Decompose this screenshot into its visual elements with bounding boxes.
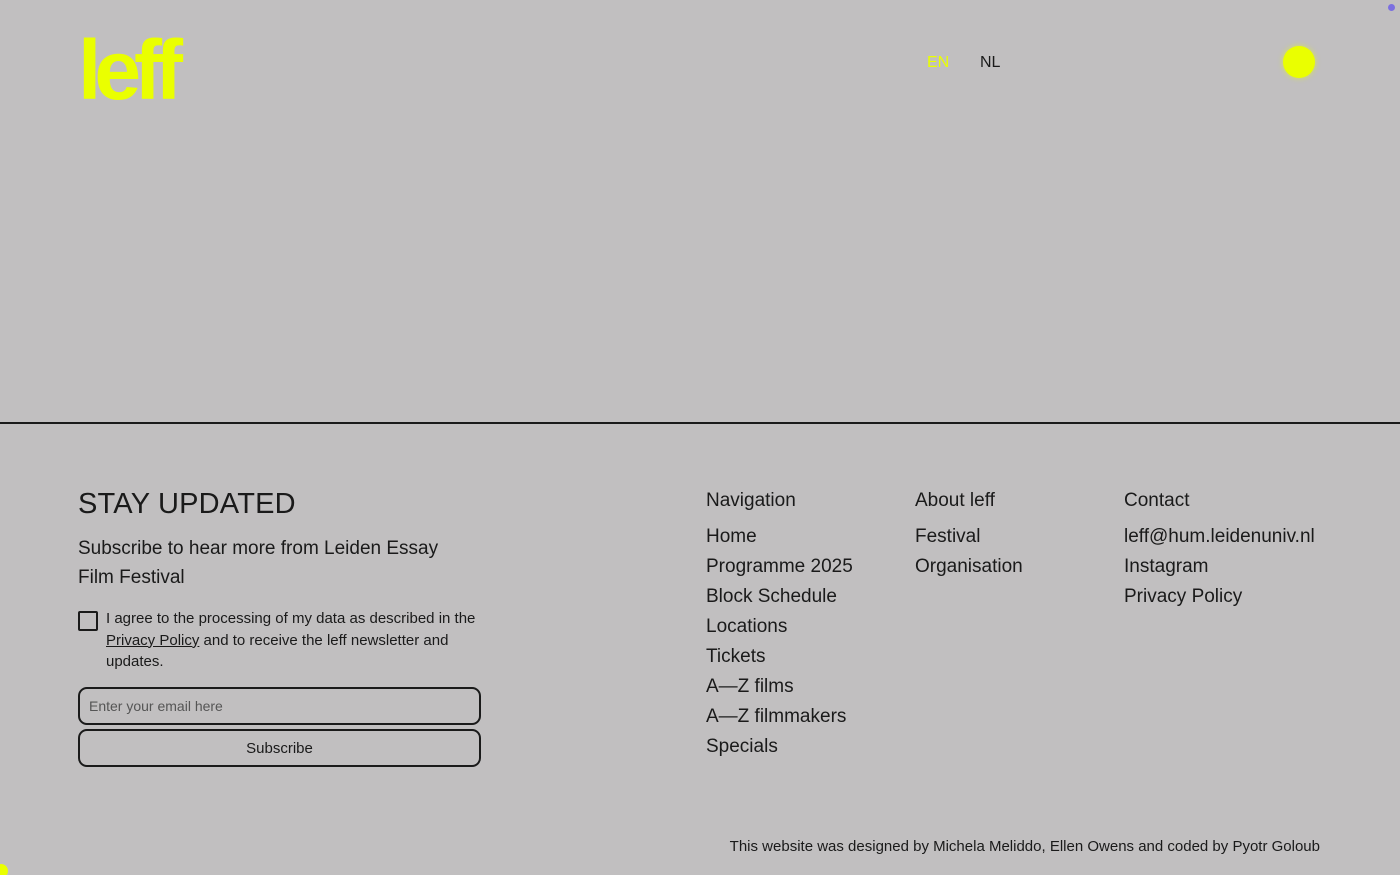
cursor-dot-icon: [0, 864, 8, 875]
menu-toggle-icon[interactable]: [1283, 46, 1315, 78]
navigation-list: Home Programme 2025 Block Schedule Locat…: [706, 522, 853, 762]
contact-heading: Contact: [1124, 490, 1190, 511]
nav-link-locations[interactable]: Locations: [706, 612, 853, 642]
page: leff EN NL STAY UPDATED Subscribe to hea…: [0, 0, 1400, 875]
leff-logo[interactable]: leff: [78, 28, 183, 112]
about-link-organisation[interactable]: Organisation: [915, 552, 1023, 582]
subscribe-button[interactable]: Subscribe: [78, 729, 481, 767]
contact-link-instagram[interactable]: Instagram: [1124, 552, 1315, 582]
navigation-heading: Navigation: [706, 490, 796, 511]
footer-contact-column: Contact leff@hum.leidenuniv.nl Instagram…: [1124, 488, 1315, 612]
consent-text-before: I agree to the processing of my data as …: [106, 610, 476, 627]
indicator-dot-icon: [1388, 4, 1395, 11]
newsletter-title: STAY UPDATED: [78, 488, 296, 520]
contact-link-privacy-policy[interactable]: Privacy Policy: [1124, 582, 1315, 612]
site-credits: This website was designed by Michela Mel…: [729, 838, 1320, 855]
language-nl-link[interactable]: NL: [980, 54, 1000, 72]
nav-link-specials[interactable]: Specials: [706, 732, 853, 762]
about-list: Festival Organisation: [915, 522, 1023, 582]
nav-link-programme[interactable]: Programme 2025: [706, 552, 853, 582]
newsletter-subtitle: Subscribe to hear more from Leiden Essay…: [78, 538, 439, 588]
section-divider: [0, 422, 1400, 424]
about-link-festival[interactable]: Festival: [915, 522, 1023, 552]
footer-navigation-column: Navigation Home Programme 2025 Block Sch…: [706, 488, 853, 762]
consent-text: I agree to the processing of my data as …: [106, 608, 476, 673]
footer-about-column: About leff Festival Organisation: [915, 488, 1023, 582]
about-heading: About leff: [915, 490, 995, 511]
nav-link-tickets[interactable]: Tickets: [706, 642, 853, 672]
nav-link-home[interactable]: Home: [706, 522, 853, 552]
email-input[interactable]: [78, 687, 481, 725]
nav-link-az-films[interactable]: A—Z films: [706, 672, 853, 702]
contact-list: leff@hum.leidenuniv.nl Instagram Privacy…: [1124, 522, 1315, 612]
consent-privacy-policy-link[interactable]: Privacy Policy: [106, 632, 199, 649]
contact-link-email[interactable]: leff@hum.leidenuniv.nl: [1124, 522, 1315, 552]
nav-link-az-filmmakers[interactable]: A—Z filmmakers: [706, 702, 853, 732]
consent-checkbox[interactable]: [78, 611, 98, 631]
nav-link-block-schedule[interactable]: Block Schedule: [706, 582, 853, 612]
language-en-link[interactable]: EN: [927, 54, 949, 72]
